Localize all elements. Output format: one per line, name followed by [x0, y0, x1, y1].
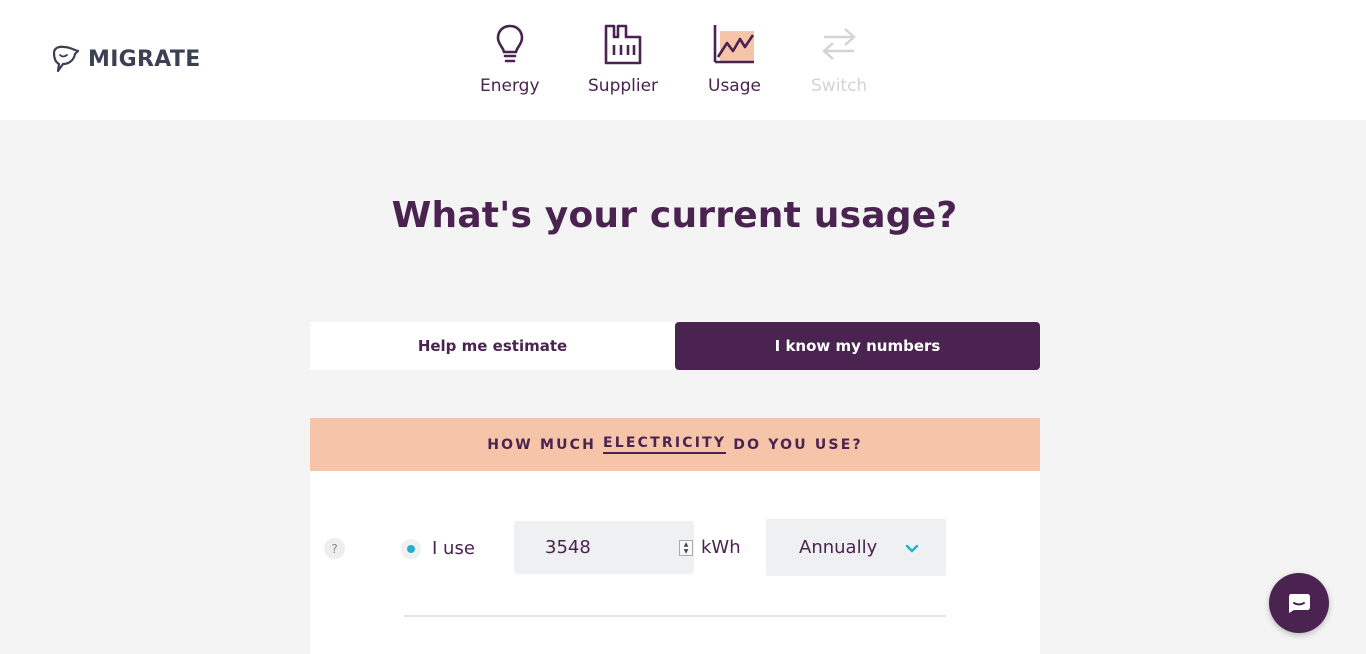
nav-step-switch: Switch	[811, 20, 867, 96]
banner-suffix: DO YOU USE?	[733, 436, 863, 453]
chevron-down-icon	[905, 544, 919, 553]
nav-step-energy[interactable]: Energy	[480, 20, 540, 96]
nav-step-supplier[interactable]: Supplier	[588, 20, 658, 96]
divider	[404, 615, 946, 617]
spinner-up-icon[interactable]: ▲	[680, 541, 692, 548]
tab-i-know-my-numbers[interactable]: I know my numbers	[675, 322, 1040, 370]
chart-line-icon	[710, 20, 758, 68]
usage-input[interactable]: 3548 ▲ ▼	[514, 521, 694, 574]
banner-prefix: HOW MUCH	[487, 436, 597, 453]
factory-icon	[599, 20, 647, 68]
period-select[interactable]: Annually	[766, 519, 946, 576]
usage-value: 3548	[545, 537, 591, 558]
radio-selected-dot	[407, 545, 415, 553]
chat-button[interactable]	[1269, 573, 1329, 633]
period-value: Annually	[799, 537, 878, 558]
nav-step-label: Supplier	[588, 76, 659, 96]
nav-step-usage[interactable]: Usage	[708, 20, 761, 96]
electricity-banner: HOW MUCH ELECTRICITY DO YOU USE?	[310, 418, 1040, 471]
i-use-radio[interactable]	[401, 539, 421, 559]
lightbulb-icon	[486, 20, 534, 68]
brand-logo[interactable]: MIGRATE	[50, 44, 201, 74]
tab-help-me-estimate[interactable]: Help me estimate	[310, 322, 675, 370]
chat-bubble-icon	[1289, 594, 1310, 613]
page-title: What's your current usage?	[391, 195, 958, 236]
migrate-bird-logo-icon	[52, 45, 80, 73]
number-spinner[interactable]: ▲ ▼	[679, 540, 693, 556]
nav-step-label: Switch	[811, 76, 868, 96]
nav-step-label: Usage	[708, 76, 761, 96]
i-use-label: I use	[432, 538, 475, 559]
unit-label: kWh	[701, 537, 741, 558]
brand-name: MIGRATE	[88, 46, 201, 72]
top-header: MIGRATE Energy Supplier Usage Switch	[0, 0, 1366, 120]
banner-emphasis: ELECTRICITY	[603, 435, 727, 454]
nav-step-label: Energy	[480, 76, 540, 96]
help-icon[interactable]: ?	[324, 538, 345, 559]
spinner-down-icon[interactable]: ▼	[680, 548, 692, 555]
switch-arrows-icon	[815, 20, 863, 68]
